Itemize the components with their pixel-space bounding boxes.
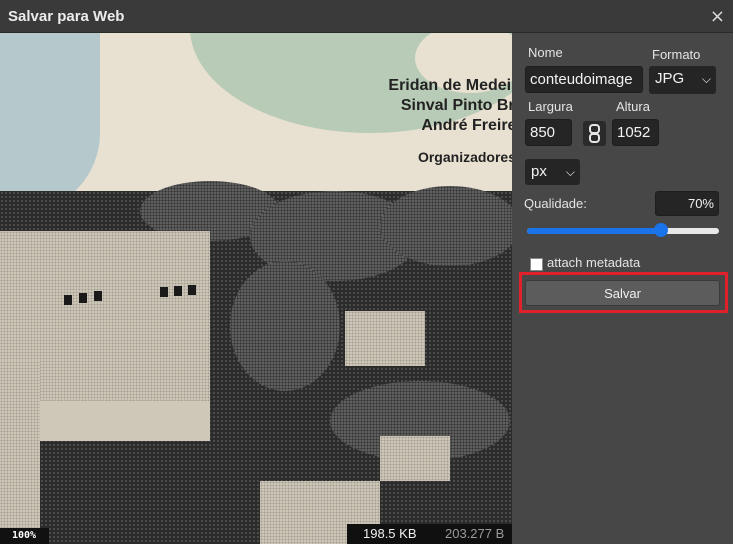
halftone-city-photo bbox=[0, 181, 512, 544]
tree-canopy bbox=[230, 261, 340, 391]
building-roof bbox=[40, 401, 210, 441]
building bbox=[0, 361, 40, 544]
dialog-title: Salvar para Web bbox=[8, 8, 125, 25]
window bbox=[160, 287, 168, 297]
close-icon[interactable]: × bbox=[710, 6, 725, 27]
save-button[interactable]: Salvar bbox=[525, 280, 720, 306]
cover-top-area: Eridan de Medeiros C Sinval Pinto Brandã… bbox=[0, 33, 512, 213]
tree-canopy bbox=[380, 186, 512, 266]
author-line: Eridan de Medeiros C bbox=[388, 77, 512, 94]
width-label: Largura bbox=[528, 99, 573, 114]
building bbox=[380, 436, 450, 481]
quality-slider-fill bbox=[527, 228, 662, 234]
window bbox=[64, 295, 72, 305]
window bbox=[94, 291, 102, 301]
attach-metadata-checkbox[interactable] bbox=[530, 258, 543, 271]
file-name-input[interactable]: conteudoimage bbox=[525, 66, 643, 93]
building bbox=[345, 311, 425, 366]
quality-input[interactable]: 70% bbox=[655, 191, 719, 216]
height-input[interactable]: 1052 bbox=[612, 119, 659, 146]
author-line: Sinval Pinto Brandã bbox=[400, 97, 512, 114]
quality-slider-thumb[interactable] bbox=[654, 223, 669, 237]
chain-link-icon[interactable] bbox=[583, 121, 606, 146]
output-file-size: 198.5 KB bbox=[363, 526, 417, 541]
height-label: Altura bbox=[616, 99, 650, 114]
name-label: Nome bbox=[528, 45, 563, 60]
zoom-level: 100% bbox=[0, 528, 49, 544]
window bbox=[188, 285, 196, 295]
original-file-size: 203.277 B bbox=[445, 526, 505, 541]
export-settings-panel: Nome Formato conteudoimage JPG ⌵ Largura… bbox=[512, 33, 733, 544]
image-preview: Eridan de Medeiros C Sinval Pinto Brandã… bbox=[0, 33, 512, 544]
format-select[interactable]: JPG ⌵ bbox=[649, 66, 716, 94]
cover-blue-shape bbox=[0, 33, 100, 213]
save-for-web-dialog: Salvar para Web × Eridan de Medeiros C S… bbox=[0, 0, 733, 544]
chevron-down-icon: ⌵ bbox=[565, 165, 575, 179]
quality-slider[interactable] bbox=[527, 223, 719, 237]
window bbox=[174, 286, 182, 296]
chevron-down-icon: ⌵ bbox=[701, 72, 711, 86]
organizers-label: Organizadores bbox=[417, 149, 512, 165]
dialog-titlebar: Salvar para Web × bbox=[0, 0, 733, 33]
unit-select[interactable]: px ⌵ bbox=[525, 159, 580, 185]
unit-selected: px bbox=[531, 163, 547, 180]
format-selected: JPG bbox=[655, 70, 685, 87]
window bbox=[79, 293, 87, 303]
quality-label: Qualidade: bbox=[524, 196, 587, 211]
file-size-bar: 198.5 KB 203.277 B bbox=[347, 524, 512, 544]
chain-link-svg bbox=[589, 124, 600, 143]
attach-metadata-label: attach metadata bbox=[547, 255, 641, 270]
format-label: Formato bbox=[652, 47, 701, 62]
width-input[interactable]: 850 bbox=[525, 119, 572, 146]
author-line: André Freire Furt bbox=[421, 117, 512, 134]
